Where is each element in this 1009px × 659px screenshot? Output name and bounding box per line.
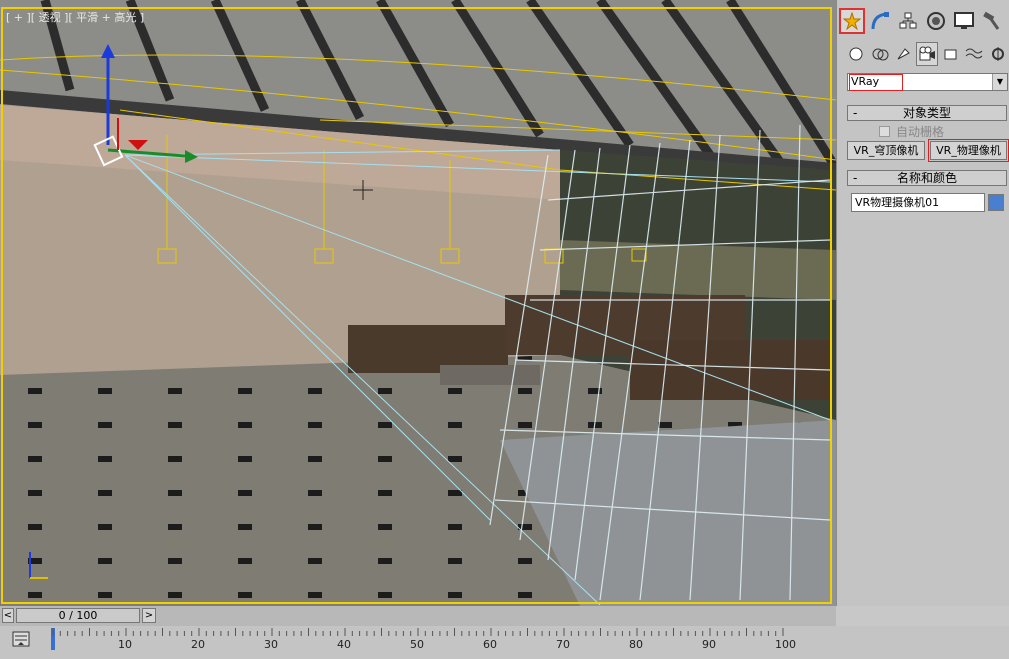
spacewarps-button[interactable] <box>964 42 986 66</box>
autogrid-row: 自动栅格 <box>879 123 944 140</box>
ruler-label: 100 <box>775 638 796 651</box>
perspective-viewport[interactable]: [ + ][ 透视 ][ 平滑 + 高光 ] <box>0 0 836 606</box>
create-tab[interactable] <box>839 8 865 34</box>
name-color-rollout[interactable]: - 名称和颜色 <box>847 170 1007 186</box>
timeline-ruler[interactable]: 10 20 30 40 50 60 70 80 90 100 <box>50 626 796 656</box>
systems-icon <box>992 47 1005 61</box>
helpers-icon <box>944 49 957 60</box>
ruler-label: 60 <box>483 638 497 651</box>
utilities-icon <box>983 11 1000 30</box>
rollout-collapse-icon: - <box>853 171 858 185</box>
chevron-down-icon[interactable]: ▼ <box>992 74 1007 90</box>
vr-physical-camera-button[interactable]: VR_物理像机 <box>928 139 1009 162</box>
time-slider[interactable]: 0 / 100 <box>16 608 140 623</box>
rollout-collapse-icon: - <box>853 106 858 120</box>
hierarchy-icon <box>899 12 917 29</box>
object-type-rollout[interactable]: - 对象类型 <box>847 105 1007 121</box>
scene-render <box>0 0 836 606</box>
motion-icon <box>927 12 945 30</box>
shapes-button[interactable] <box>869 42 891 66</box>
object-color-swatch[interactable] <box>988 194 1004 211</box>
display-icon <box>954 12 974 29</box>
rollout-title: 名称和颜色 <box>896 171 957 185</box>
cameras-button[interactable] <box>916 42 938 66</box>
spacewarps-icon <box>966 48 983 59</box>
create-category-row <box>845 42 1009 68</box>
helpers-button[interactable] <box>940 42 962 66</box>
filter-icon[interactable] <box>12 630 30 648</box>
motion-tab[interactable] <box>923 8 949 34</box>
viewport-label[interactable]: [ + ][ 透视 ][ 平滑 + 高光 ] <box>6 9 144 25</box>
command-panel: VRay ▼ - 对象类型 自动栅格 VR_穹顶像机 VR_物理像机 - 名称和… <box>836 0 1009 606</box>
ruler-label: 80 <box>629 638 643 651</box>
track-bar[interactable]: 10 20 30 40 50 60 70 80 90 100 <box>0 626 1009 659</box>
utilities-tab[interactable] <box>979 8 1005 34</box>
modify-icon <box>871 12 889 30</box>
autogrid-checkbox[interactable] <box>879 126 890 137</box>
prev-frame-button[interactable]: < <box>2 608 14 623</box>
ruler-label: 70 <box>556 638 570 651</box>
ruler-label: 50 <box>410 638 424 651</box>
autogrid-label: 自动栅格 <box>896 125 945 139</box>
ruler-label: 90 <box>702 638 716 651</box>
geometry-button[interactable] <box>845 42 867 66</box>
vr-dome-camera-button[interactable]: VR_穹顶像机 <box>847 141 925 160</box>
lights-button[interactable] <box>892 42 914 66</box>
ruler-label: 30 <box>264 638 278 651</box>
command-panel-tabs <box>839 8 1009 36</box>
shapes-icon <box>872 48 889 61</box>
ruler-label: 10 <box>118 638 132 651</box>
renderer-category-dropdown[interactable]: VRay ▼ <box>847 73 1008 91</box>
object-name-field[interactable]: VR物理摄像机01 <box>851 193 985 212</box>
rollout-title: 对象类型 <box>902 106 951 120</box>
hierarchy-tab[interactable] <box>895 8 921 34</box>
dropdown-highlight <box>849 74 903 91</box>
lights-icon <box>897 48 911 60</box>
ruler-label: 40 <box>337 638 351 651</box>
display-tab[interactable] <box>951 8 977 34</box>
next-frame-button[interactable]: > <box>142 608 156 623</box>
create-icon <box>843 12 861 30</box>
modify-tab[interactable] <box>867 8 893 34</box>
systems-button[interactable] <box>987 42 1009 66</box>
cameras-icon <box>919 46 935 61</box>
ruler-label: 20 <box>191 638 205 651</box>
time-slider-bar: < 0 / 100 > <box>0 606 836 626</box>
geometry-icon <box>849 47 863 61</box>
